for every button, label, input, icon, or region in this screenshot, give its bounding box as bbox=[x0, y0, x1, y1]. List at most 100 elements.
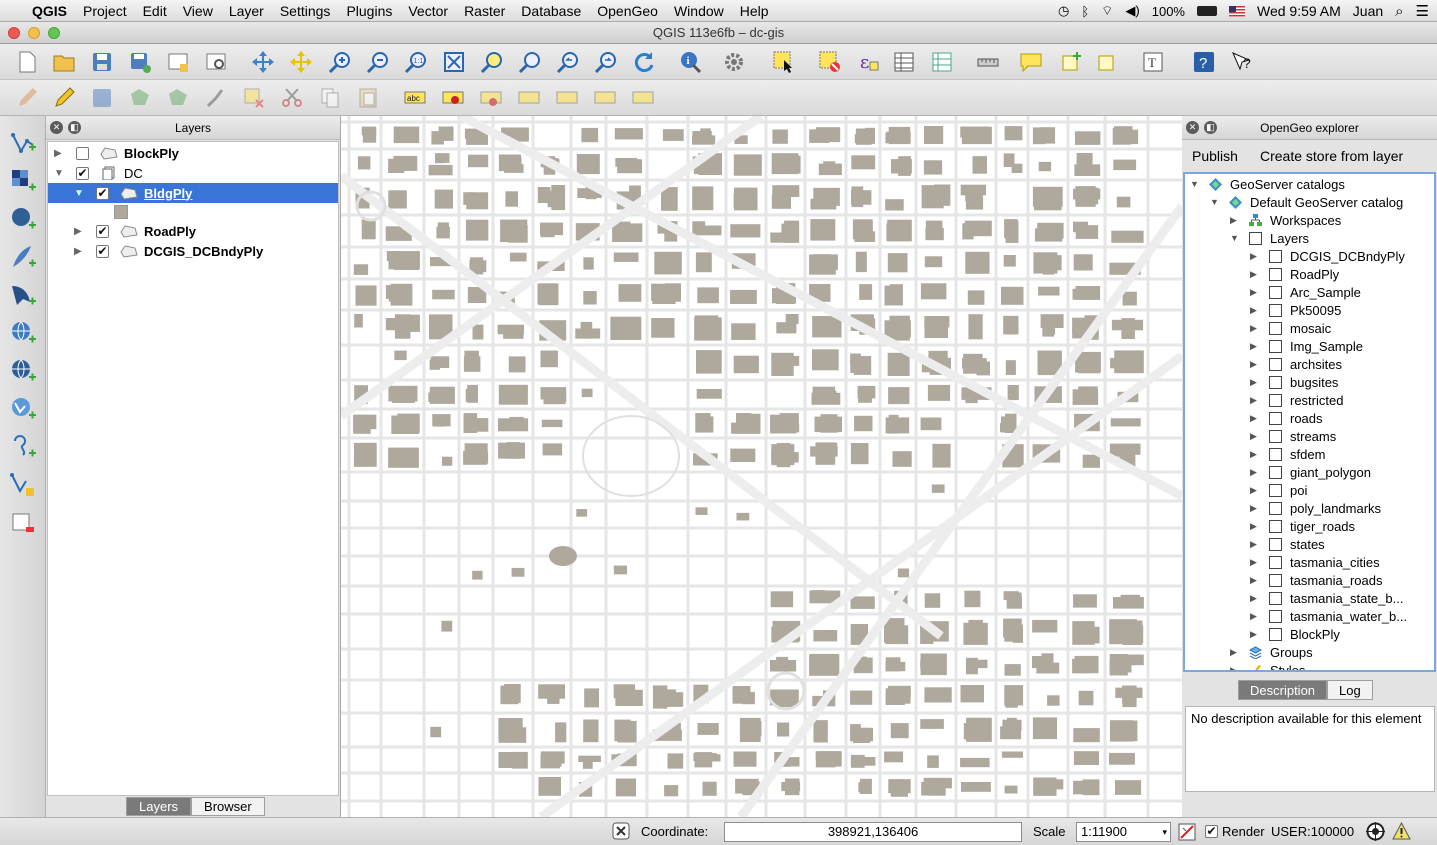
show-hide-label-icon[interactable] bbox=[478, 85, 504, 111]
layer-checkbox[interactable]: ✔ bbox=[96, 224, 109, 238]
tree-item-layer[interactable]: ▶ BlockPly bbox=[1185, 625, 1434, 643]
expand-arrow-icon[interactable]: ▶ bbox=[1250, 341, 1257, 352]
toggle-editing-icon[interactable] bbox=[51, 85, 77, 111]
pan-to-selection-icon[interactable] bbox=[288, 49, 314, 75]
collapse-arrow-icon[interactable]: ▼ bbox=[54, 168, 64, 179]
expand-arrow-icon[interactable]: ▶ bbox=[1250, 521, 1257, 532]
scale-combobox[interactable]: 1:11900 ▾ bbox=[1076, 822, 1171, 842]
composer-manager-icon[interactable] bbox=[203, 49, 229, 75]
expand-arrow-icon[interactable]: ▶ bbox=[1250, 449, 1257, 460]
coordinate-toggle-icon[interactable] bbox=[612, 822, 630, 843]
add-vector-layer-icon[interactable] bbox=[8, 128, 38, 158]
new-bookmark-icon[interactable] bbox=[1058, 49, 1084, 75]
save-edits-icon[interactable] bbox=[89, 85, 115, 111]
zoom-out-icon[interactable] bbox=[365, 49, 391, 75]
tree-item-default-catalog[interactable]: ▼ Default GeoServer catalog bbox=[1185, 193, 1434, 211]
close-window-button[interactable] bbox=[8, 27, 20, 39]
tree-item-layer[interactable]: ▶ roads bbox=[1185, 409, 1434, 427]
zoom-actual-icon[interactable]: 1:1 bbox=[403, 49, 429, 75]
tree-item-layer[interactable]: ▶ mosaic bbox=[1185, 319, 1434, 337]
layer-row-roadply[interactable]: ▶ ✔ RoadPly bbox=[48, 221, 338, 241]
remove-layer-icon[interactable] bbox=[8, 508, 38, 538]
tab-log[interactable]: Log bbox=[1327, 680, 1373, 700]
menu-project[interactable]: Project bbox=[75, 0, 135, 22]
expand-arrow-icon[interactable]: ▶ bbox=[1250, 611, 1257, 622]
menu-app[interactable]: QGIS bbox=[24, 0, 75, 22]
minimize-window-button[interactable] bbox=[28, 27, 40, 39]
expand-arrow-icon[interactable]: ▶ bbox=[1250, 485, 1257, 496]
refresh-icon[interactable] bbox=[631, 49, 657, 75]
zoom-window-button[interactable] bbox=[48, 27, 60, 39]
label-properties-icon[interactable] bbox=[630, 85, 656, 111]
render-checkbox[interactable]: ✔ bbox=[1205, 825, 1218, 838]
menu-database[interactable]: Database bbox=[513, 0, 589, 22]
add-wcs-layer-icon[interactable] bbox=[8, 356, 38, 386]
expand-arrow-icon[interactable]: ▶ bbox=[1230, 665, 1237, 671]
zoom-to-layer-icon[interactable] bbox=[517, 49, 543, 75]
clock[interactable]: Wed 9:59 AM bbox=[1257, 3, 1341, 19]
add-delimited-text-icon[interactable] bbox=[8, 432, 38, 462]
expand-arrow-icon[interactable]: ▶ bbox=[1250, 413, 1257, 424]
layer-row-dcgis-dcbndyply[interactable]: ▶ ✔ DCGIS_DCBndyPly bbox=[48, 241, 338, 261]
close-panel-icon[interactable]: ✕ bbox=[50, 121, 63, 134]
crs-label[interactable]: USER:100000 bbox=[1271, 824, 1354, 839]
expand-arrow-icon[interactable]: ▶ bbox=[1230, 215, 1237, 226]
identify-icon[interactable]: i bbox=[677, 49, 703, 75]
move-label-icon[interactable] bbox=[516, 85, 542, 111]
zoom-to-selection-icon[interactable] bbox=[479, 49, 505, 75]
crs-globe-icon[interactable] bbox=[1366, 822, 1385, 844]
tree-item-layer[interactable]: ▶ Img_Sample bbox=[1185, 337, 1434, 355]
tree-item-layer[interactable]: ▶ RoadPly bbox=[1185, 265, 1434, 283]
tree-item-layer[interactable]: ▶ tasmania_water_b... bbox=[1185, 607, 1434, 625]
tree-item-layer[interactable]: ▶ Arc_Sample bbox=[1185, 283, 1434, 301]
new-project-icon[interactable] bbox=[14, 49, 40, 75]
layer-row-bldgply[interactable]: ▼ ✔ BldgPly bbox=[48, 183, 338, 203]
deselect-icon[interactable] bbox=[817, 49, 843, 75]
collapse-arrow-icon[interactable]: ▼ bbox=[1210, 197, 1219, 207]
wifi-icon[interactable]: ⌔ bbox=[1101, 3, 1113, 19]
tree-item-layer[interactable]: ▶ archsites bbox=[1185, 355, 1434, 373]
tree-item-styles[interactable]: ▶ Styles bbox=[1185, 661, 1434, 671]
tree-item-groups[interactable]: ▶ Groups bbox=[1185, 643, 1434, 661]
add-wms-layer-icon[interactable] bbox=[8, 318, 38, 348]
publish-button[interactable]: Publish bbox=[1192, 148, 1238, 164]
zoom-full-icon[interactable] bbox=[441, 49, 467, 75]
tree-item-layer[interactable]: ▶ poi bbox=[1185, 481, 1434, 499]
spotlight-icon[interactable]: ⌕ bbox=[1395, 3, 1403, 20]
map-canvas[interactable] bbox=[341, 116, 1182, 817]
tree-item-layer[interactable]: ▶ poly_landmarks bbox=[1185, 499, 1434, 517]
expand-arrow-icon[interactable]: ▶ bbox=[1250, 305, 1257, 316]
user-name[interactable]: Juan bbox=[1353, 3, 1383, 19]
add-spatialite-layer-icon[interactable] bbox=[8, 242, 38, 272]
menu-view[interactable]: View bbox=[175, 0, 221, 22]
new-shapefile-icon[interactable] bbox=[8, 470, 38, 500]
group-row-dc[interactable]: ▼ ✔ DC bbox=[48, 163, 338, 183]
save-project-icon[interactable] bbox=[89, 49, 115, 75]
tab-layers[interactable]: Layers bbox=[126, 797, 192, 816]
new-print-composer-icon[interactable] bbox=[165, 49, 191, 75]
tree-item-layer[interactable]: ▶ states bbox=[1185, 535, 1434, 553]
float-panel-icon[interactable]: ◧ bbox=[68, 121, 81, 134]
expand-arrow-icon[interactable]: ▶ bbox=[1250, 287, 1257, 298]
select-icon[interactable] bbox=[771, 49, 797, 75]
zoom-in-icon[interactable] bbox=[327, 49, 353, 75]
menu-raster[interactable]: Raster bbox=[456, 0, 513, 22]
help-icon[interactable]: ? bbox=[1191, 49, 1217, 75]
show-bookmarks-icon[interactable] bbox=[1094, 49, 1120, 75]
collapse-arrow-icon[interactable]: ▼ bbox=[1190, 179, 1199, 189]
coordinate-field[interactable]: 398921,136406 bbox=[724, 822, 1022, 842]
tree-item-layer[interactable]: ▶ sfdem bbox=[1185, 445, 1434, 463]
expand-arrow-icon[interactable]: ▶ bbox=[1250, 431, 1257, 442]
tree-item-layer[interactable]: ▶ bugsites bbox=[1185, 373, 1434, 391]
map-tips-icon[interactable] bbox=[1018, 49, 1044, 75]
expand-arrow-icon[interactable]: ▶ bbox=[1250, 269, 1257, 280]
menu-layer[interactable]: Layer bbox=[221, 0, 272, 22]
move-feature-icon[interactable] bbox=[165, 85, 191, 111]
add-raster-layer-icon[interactable] bbox=[8, 166, 38, 196]
layer-row-blockply[interactable]: ▶ BlockPly bbox=[48, 143, 338, 163]
expand-arrow-icon[interactable]: ▶ bbox=[1250, 251, 1257, 262]
rotate-label-icon[interactable] bbox=[554, 85, 580, 111]
attribute-table-icon[interactable] bbox=[891, 49, 917, 75]
node-tool-icon[interactable] bbox=[203, 85, 229, 111]
tree-item-workspaces[interactable]: ▶ Workspaces bbox=[1185, 211, 1434, 229]
